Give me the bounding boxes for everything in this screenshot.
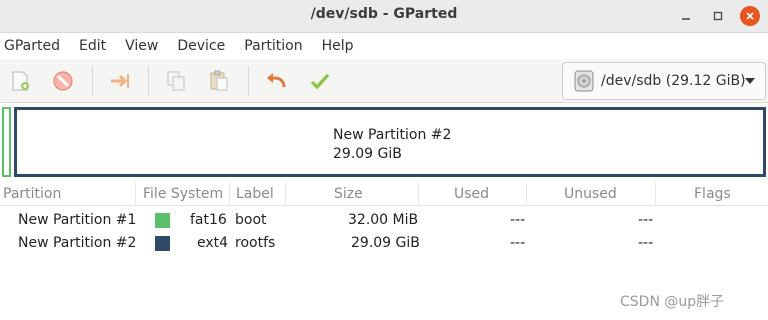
disk-map-partition-name: New Partition #2: [333, 127, 452, 143]
title-bar: /dev/sdb - GParted: [0, 0, 768, 33]
cell-used: ---: [510, 212, 526, 228]
fs-color-swatch: [155, 213, 170, 228]
paste-icon: [210, 70, 228, 91]
cell-unused: ---: [638, 235, 654, 251]
fs-color-swatch: [155, 236, 170, 251]
menu-edit[interactable]: Edit: [75, 38, 110, 54]
minimize-icon: [682, 18, 690, 20]
window-title: /dev/sdb - GParted: [310, 6, 458, 22]
menu-gparted[interactable]: GParted: [0, 38, 64, 54]
header-partition[interactable]: Partition: [3, 186, 61, 202]
toolbar-separator: [92, 66, 93, 96]
toolbar-separator: [148, 66, 149, 96]
disk-map-partition-2[interactable]: New Partition #2 29.09 GiB: [14, 107, 766, 177]
toolbar-separator: [248, 66, 249, 96]
delete-icon: [53, 71, 73, 91]
resize-move-icon: [111, 74, 129, 88]
copy-button[interactable]: [162, 67, 190, 95]
header-unused[interactable]: Unused: [564, 186, 617, 202]
new-partition-icon: [12, 71, 29, 91]
watermark: CSDN @up胖子: [620, 294, 725, 310]
cell-unused: ---: [638, 212, 654, 228]
delete-partition-button[interactable]: [49, 67, 77, 95]
gparted-window: /dev/sdb - GParted GParted Edit View Dev…: [0, 0, 768, 320]
cell-partition: New Partition #2: [18, 235, 137, 251]
column-divider: [135, 182, 136, 206]
close-button[interactable]: [740, 6, 760, 26]
undo-icon: [267, 73, 286, 88]
apply-button[interactable]: [306, 67, 334, 95]
column-divider: [285, 182, 286, 206]
cell-partition: New Partition #1: [18, 212, 137, 228]
header-used[interactable]: Used: [454, 186, 489, 202]
menu-bar: GParted Edit View Device Partition Help: [0, 33, 768, 59]
column-divider: [418, 182, 419, 206]
column-divider: [526, 182, 527, 206]
cell-label: rootfs: [235, 235, 276, 251]
cell-label: boot: [235, 212, 267, 228]
menu-device[interactable]: Device: [173, 38, 229, 54]
table-header: Partition File System Label Size Used Un…: [0, 182, 768, 206]
table-row[interactable]: New Partition #1 fat16 boot 32.00 MiB --…: [0, 209, 768, 232]
partition-table: Partition File System Label Size Used Un…: [0, 182, 768, 255]
chevron-down-icon: [745, 78, 755, 84]
disk-icon: [574, 70, 594, 92]
menu-partition[interactable]: Partition: [240, 38, 306, 54]
undo-button[interactable]: [262, 67, 290, 95]
cell-file-system: ext4: [197, 235, 229, 251]
device-selector[interactable]: /dev/sdb (29.12 GiB): [562, 62, 766, 100]
column-divider: [229, 182, 230, 206]
disk-map-partition-size: 29.09 GiB: [333, 146, 402, 162]
apply-icon: [310, 73, 330, 90]
cell-size: 29.09 GiB: [351, 235, 420, 251]
new-partition-button[interactable]: [6, 67, 34, 95]
device-label: /dev/sdb (29.12 GiB): [601, 73, 746, 89]
disk-map: New Partition #2 29.09 GiB: [0, 105, 768, 177]
maximize-icon: [713, 11, 723, 21]
cell-file-system: fat16: [190, 212, 227, 228]
cell-size: 32.00 MiB: [348, 212, 419, 228]
header-size[interactable]: Size: [334, 186, 363, 202]
maximize-button[interactable]: [708, 6, 728, 26]
menu-help[interactable]: Help: [318, 38, 358, 54]
copy-icon: [167, 71, 185, 91]
table-row[interactable]: New Partition #2 ext4 rootfs 29.09 GiB -…: [0, 232, 768, 255]
cell-used: ---: [510, 235, 526, 251]
disk-map-partition-1[interactable]: [2, 107, 11, 177]
header-file-system[interactable]: File System: [143, 186, 223, 202]
close-icon: [746, 12, 754, 20]
paste-button[interactable]: [205, 67, 233, 95]
column-divider: [655, 182, 656, 206]
menu-view[interactable]: View: [121, 38, 162, 54]
header-flags[interactable]: Flags: [694, 186, 731, 202]
resize-move-button[interactable]: [106, 67, 134, 95]
header-label[interactable]: Label: [236, 186, 274, 202]
minimize-button[interactable]: [676, 6, 696, 26]
